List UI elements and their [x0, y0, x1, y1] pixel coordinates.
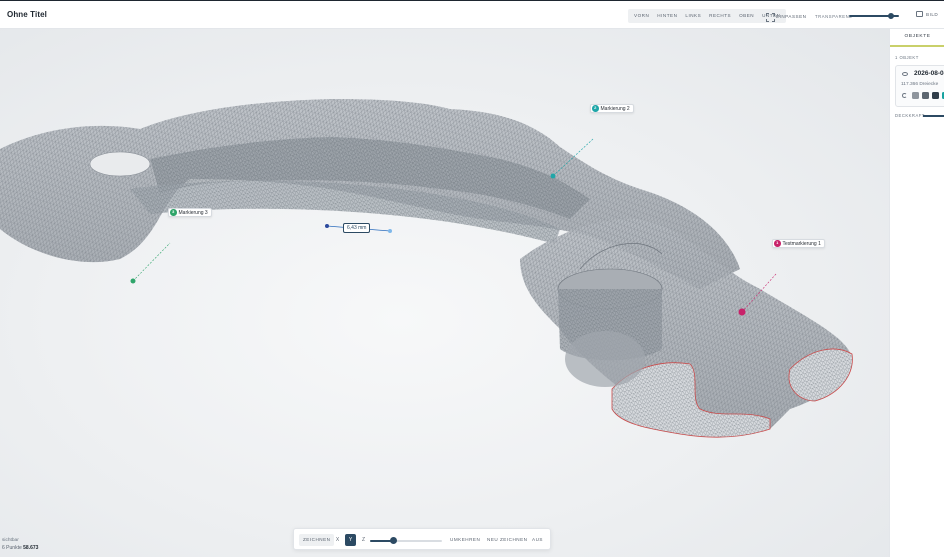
opacity-slider[interactable]: [923, 115, 944, 117]
axis-x-button[interactable]: X: [332, 534, 343, 546]
objects-panel: OBJEKTE 1 OBJEKT 2026-08-08 117.366 Drei…: [889, 29, 944, 557]
object-card[interactable]: 2026-08-08 117.366 Dreiecke: [895, 65, 944, 107]
view-button-group: VORN HINTEN LINKS RECHTS OBEN UNTEN: [628, 9, 787, 23]
view-left-button[interactable]: LINKS: [681, 9, 705, 23]
view-back-button[interactable]: HINTEN: [653, 9, 681, 23]
axis-z-button[interactable]: Z: [358, 534, 369, 546]
reset-color-icon[interactable]: [902, 93, 907, 98]
marker-1-point[interactable]: [738, 308, 746, 316]
triangles-count: 6: [2, 545, 5, 551]
molar-mesh: [520, 218, 853, 438]
color-swatch-3[interactable]: [932, 92, 939, 99]
marker-2-label[interactable]: 2 Markierung 2: [590, 104, 634, 113]
marker-2-text: Markierung 2: [600, 105, 630, 112]
color-swatch-2[interactable]: [922, 92, 929, 99]
object-meta: 117.366 Dreiecke: [901, 82, 939, 87]
measurement-point-start[interactable]: [325, 224, 329, 228]
measurement-label[interactable]: 6,43 mm: [343, 223, 371, 233]
section-slider[interactable]: [370, 537, 442, 544]
fit-button[interactable]: EINPASSEN: [766, 9, 806, 23]
image-button[interactable]: BILD: [916, 11, 938, 17]
marker-3-label[interactable]: 3 Markierung 3: [168, 208, 212, 217]
marker-3-text: Markierung 3: [178, 209, 208, 216]
measurement-point-end[interactable]: [388, 229, 392, 233]
object-count: 1 OBJEKT: [895, 55, 919, 60]
off-button[interactable]: AUS: [532, 534, 543, 546]
image-button-label: BILD: [926, 11, 939, 17]
mesh-render: [0, 99, 853, 438]
marker-2-point[interactable]: [550, 173, 556, 179]
view-right-button[interactable]: RECHTS: [705, 9, 735, 23]
points-value: 58.673: [23, 545, 39, 551]
view-top-button[interactable]: OBEN: [735, 9, 758, 23]
eye-icon[interactable]: [902, 72, 908, 76]
3d-viewport[interactable]: 2 Markierung 2 1 Testmarkierung 1 3 Mark…: [0, 29, 889, 557]
transparency-slider[interactable]: [849, 13, 899, 19]
visibility-status: sichtbar: [2, 538, 19, 543]
tab-active-indicator: [890, 45, 944, 47]
mesh-stats: 6 Punkte 58.673: [2, 545, 38, 551]
invert-button[interactable]: UMKEHREN: [450, 534, 480, 546]
fit-frame-icon: [766, 12, 775, 22]
marker-1-number: 1: [774, 240, 781, 247]
marker-1-label[interactable]: 1 Testmarkierung 1: [772, 239, 825, 248]
object-name: 2026-08-08: [914, 70, 944, 77]
image-icon: [916, 11, 923, 17]
points-label: Punkte: [6, 545, 22, 551]
section-slider-handle[interactable]: [390, 537, 398, 544]
transparency-handle[interactable]: [888, 13, 894, 19]
color-swatch-1[interactable]: [912, 92, 919, 99]
view-front-button[interactable]: VORN: [630, 9, 653, 23]
top-bar: Ohne Titel VORN HINTEN LINKS RECHTS OBEN…: [0, 0, 944, 29]
draw-button[interactable]: ZEICHNEN: [299, 534, 335, 546]
marker-3-number: 3: [170, 209, 177, 216]
document-title[interactable]: Ohne Titel: [7, 10, 47, 19]
marker-2-number: 2: [592, 105, 599, 112]
section-toolbar: ZEICHNEN X Y Z UMKEHREN NEU ZEICHNEN AUS: [293, 528, 551, 550]
axis-y-button[interactable]: Y: [345, 534, 356, 546]
redraw-button[interactable]: NEU ZEICHNEN: [487, 534, 527, 546]
tab-objects[interactable]: OBJEKTE: [890, 29, 944, 45]
fit-button-label: EINPASSEN: [776, 13, 807, 19]
marker-1-text: Testmarkierung 1: [782, 240, 821, 247]
opacity-label: DECKKRAFT: [895, 113, 925, 118]
marker-3-point[interactable]: [130, 278, 136, 284]
transparency-label: TRANSPARENZ: [815, 14, 853, 19]
